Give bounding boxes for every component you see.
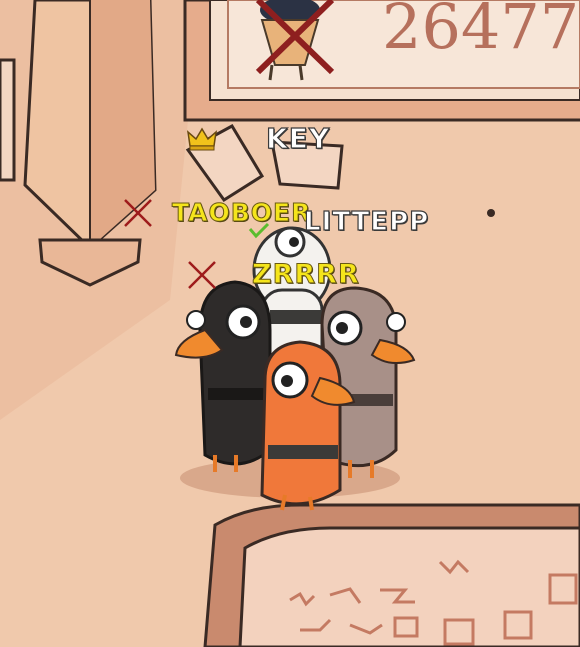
game-scene: 264779 KEY TAOBOER LITTEPP ZRRRR (0, 0, 580, 647)
stone-tablet (203, 503, 580, 647)
player-name-key: KEY (265, 121, 331, 155)
wall-number: 264779 (382, 0, 580, 63)
background (0, 0, 580, 647)
player-name-zrrrr: ZRRRR (252, 259, 360, 291)
player-name-taoboer: TAOBOER (171, 198, 312, 228)
player-name-littepp: LITTEPP (303, 206, 430, 237)
obelisk (23, 0, 157, 287)
